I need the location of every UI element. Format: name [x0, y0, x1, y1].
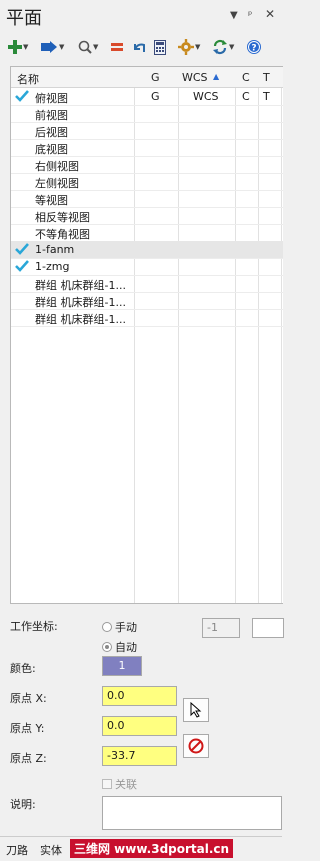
table-header: 名称 G WCS ▲ C T [11, 67, 283, 88]
table-row[interactable]: 后视图 [11, 122, 283, 140]
color-swatch[interactable]: 1 [102, 656, 142, 676]
row-name: 相反等视图 [35, 211, 90, 224]
table-row[interactable]: 俯视图 G WCS C T [11, 88, 283, 106]
row-name: 后视图 [35, 126, 68, 139]
row-name: 群组 机床群组-1... [35, 313, 126, 326]
checkmark-icon [15, 243, 29, 255]
clear-origin-button[interactable] [183, 734, 209, 758]
auto-radio[interactable]: 自动 [102, 639, 137, 655]
column-header-t[interactable]: T [263, 71, 270, 84]
svg-text:?: ? [251, 44, 256, 54]
table-row[interactable]: 不等角视图 [11, 224, 283, 242]
table-row[interactable]: 右侧视图 [11, 156, 283, 174]
table-row[interactable]: 1-zmg [11, 258, 283, 276]
undo-button[interactable] [132, 38, 146, 56]
gear-icon [178, 39, 194, 55]
coord-number-field: -1 [202, 618, 240, 638]
find-button[interactable]: ▼ [78, 38, 98, 56]
plane-table: 名称 G WCS ▲ C T 俯视图 G WCS C T 前视图后视图底视图右侧视图左侧视… [10, 66, 283, 604]
origin-y-field[interactable]: 0.0 [102, 716, 177, 736]
plane-type-button[interactable]: ▼ [40, 38, 64, 56]
description-field[interactable] [102, 796, 282, 830]
color-label: 颜色: [10, 662, 36, 675]
add-plane-button[interactable]: ▼ [8, 38, 28, 56]
prohibit-icon [188, 738, 204, 754]
close-icon[interactable]: ✕ [265, 7, 275, 21]
bottom-tab-bar: 刀路 实体 三维网 www.3dportal.cn [0, 836, 282, 861]
plane-arrow-icon [41, 41, 57, 53]
select-point-button[interactable] [183, 698, 209, 722]
row-wcs: WCS [193, 90, 219, 103]
plus-icon [8, 40, 22, 54]
work-coord-label: 工作坐标: [10, 620, 58, 633]
table-row[interactable]: 相反等视图 [11, 207, 283, 225]
magnifier-icon [78, 40, 92, 54]
coord-select[interactable] [252, 618, 284, 638]
table-row[interactable]: 1-fanm [11, 241, 283, 259]
watermark: 三维网 www.3dportal.cn [70, 839, 234, 858]
origin-z-field[interactable]: -33.7 [102, 746, 177, 766]
manual-label: 手动 [115, 621, 137, 634]
row-name: 群组 机床群组-1... [35, 296, 126, 309]
row-t: T [263, 90, 270, 103]
table-row[interactable]: 左侧视图 [11, 173, 283, 191]
table-row[interactable]: 群组 机床群组-1... [11, 292, 283, 310]
help-icon: ? [247, 40, 261, 54]
origin-y-label: 原点 Y: [10, 722, 45, 735]
settings-button[interactable]: ▼ [178, 38, 200, 56]
help-button[interactable]: ? [246, 38, 262, 56]
radio-on-icon[interactable] [102, 642, 112, 652]
calculator-button[interactable] [154, 38, 166, 56]
equal-button[interactable] [110, 38, 124, 56]
row-name: 1-zmg [35, 260, 70, 273]
origin-x-label: 原点 X: [10, 692, 47, 705]
auto-label: 自动 [115, 641, 137, 654]
link-label: 关联 [115, 778, 137, 791]
checkmark-icon [15, 260, 29, 272]
link-checkbox[interactable]: 关联 [102, 776, 137, 792]
row-c: C [242, 90, 250, 103]
table-row[interactable]: 群组 机床群组-1... [11, 309, 283, 327]
row-g: G [151, 90, 160, 103]
equal-icon [111, 43, 123, 51]
dropdown-arrow-icon[interactable]: ▼ [230, 10, 238, 21]
column-header-g[interactable]: G [151, 71, 160, 84]
table-row[interactable]: 群组 机床群组-1... [11, 275, 283, 293]
row-name: 底视图 [35, 143, 68, 156]
table-row[interactable]: 等视图 [11, 190, 283, 208]
tab-solid[interactable]: 实体 [40, 842, 62, 858]
column-header-name[interactable]: 名称 [17, 71, 39, 87]
sort-ascending-icon: ▲ [213, 72, 220, 81]
calculator-icon [154, 39, 166, 55]
refresh-button[interactable]: ▼ [212, 38, 234, 56]
panel-title: 平面 [6, 8, 42, 29]
row-name: 右侧视图 [35, 160, 79, 173]
description-label: 说明: [10, 798, 36, 811]
table-row[interactable]: 前视图 [11, 105, 283, 123]
checkmark-icon [15, 90, 29, 102]
column-header-wcs[interactable]: WCS [182, 71, 208, 84]
origin-x-field[interactable]: 0.0 [102, 686, 177, 706]
manual-radio[interactable]: 手动 [102, 619, 137, 635]
tab-toolpath[interactable]: 刀路 [6, 842, 28, 858]
pin-icon[interactable]: ᵖ [248, 10, 252, 21]
cursor-arrow-icon [190, 702, 202, 718]
radio-off-icon[interactable] [102, 622, 112, 632]
undo-arrow-icon [134, 43, 145, 52]
toolbar: ▼ ▼ ▼ ▼ ▼ ? [0, 32, 282, 62]
table-row[interactable]: 底视图 [11, 139, 283, 157]
row-name: 不等角视图 [35, 228, 90, 241]
row-name: 左侧视图 [35, 177, 79, 190]
refresh-icon [213, 39, 227, 55]
column-header-c[interactable]: C [242, 71, 250, 84]
row-name: 等视图 [35, 194, 68, 207]
row-name: 群组 机床群组-1... [35, 279, 126, 292]
checkbox-icon[interactable] [102, 779, 112, 789]
origin-z-label: 原点 Z: [10, 752, 47, 765]
row-name: 1-fanm [35, 243, 75, 256]
row-name: 前视图 [35, 109, 68, 122]
row-name: 俯视图 [35, 92, 68, 105]
